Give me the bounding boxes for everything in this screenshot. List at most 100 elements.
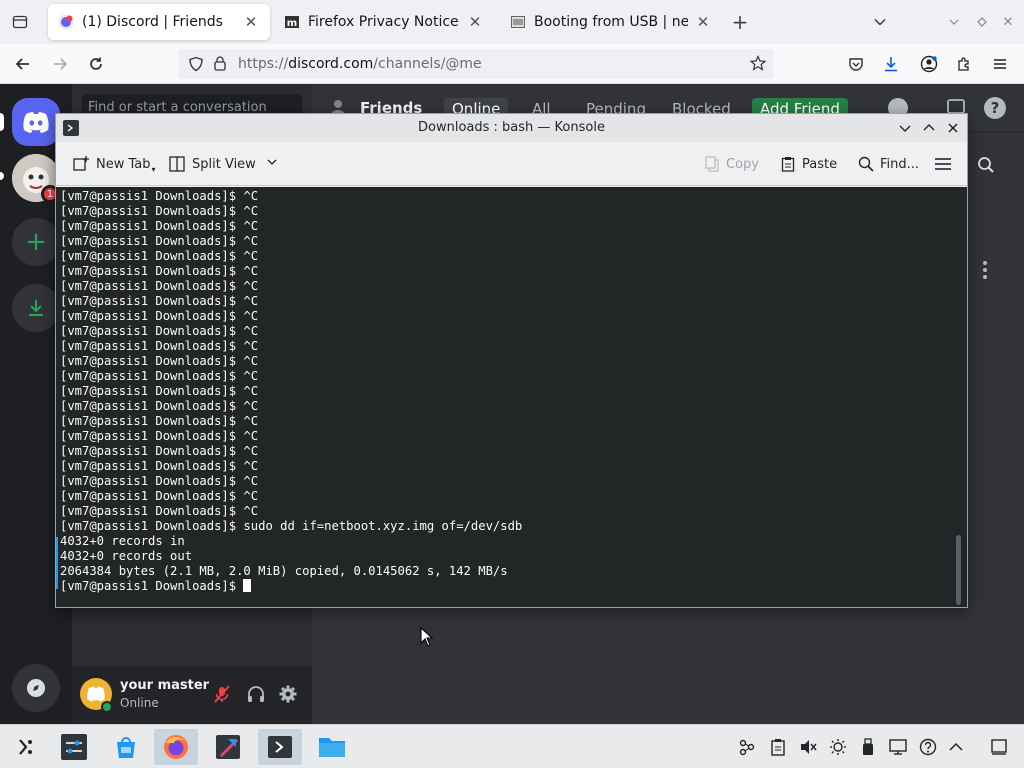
mute-microphone-icon[interactable]: [212, 684, 232, 708]
paste-button[interactable]: Paste: [780, 154, 837, 174]
download-apps-button[interactable]: [12, 284, 60, 332]
close-tab-icon[interactable]: ✕: [242, 13, 260, 31]
terminal-line: [vm7@passis1 Downloads]$ ^C: [60, 309, 259, 323]
maximize-window-icon[interactable]: [970, 10, 994, 34]
terminal-line: [vm7@passis1 Downloads]$ ^C: [60, 294, 259, 308]
dropdown-arrow-icon: ▾: [151, 164, 156, 174]
firefox-icon[interactable]: [154, 729, 198, 765]
headphones-icon[interactable]: [246, 684, 266, 708]
help-icon[interactable]: [918, 737, 938, 757]
terminal-scrollbar[interactable]: [956, 535, 961, 605]
close-window-icon[interactable]: ✕: [996, 10, 1020, 34]
paste-label: Paste: [802, 156, 838, 172]
add-server-button[interactable]: +: [12, 218, 60, 266]
split-view-button[interactable]: Split View: [168, 154, 284, 174]
tab-list-icon[interactable]: [8, 10, 32, 34]
terminal-line: [vm7@passis1 Downloads]$ ^C: [60, 339, 259, 353]
discord-logo-icon: [23, 112, 49, 133]
help-icon[interactable]: ?: [984, 97, 1006, 119]
search-icon[interactable]: [977, 156, 995, 178]
settings-icon[interactable]: [52, 729, 96, 765]
maximize-icon[interactable]: [922, 121, 936, 139]
volume-muted-icon[interactable]: [798, 737, 818, 757]
terminal-line: [vm7@passis1 Downloads]$ ^C: [60, 264, 259, 278]
copy-label: Copy: [726, 156, 759, 172]
search-friends-area[interactable]: [965, 136, 1005, 196]
pocket-icon[interactable]: [843, 52, 869, 76]
konsole-icon[interactable]: [258, 729, 302, 765]
files-icon[interactable]: [310, 729, 354, 765]
tab-title: Booting from USB | netbo: [534, 14, 688, 30]
find-search-icon: [858, 156, 874, 172]
konsole-window: Downloads : bash — Konsole New Tab ▾ Spl…: [55, 113, 968, 608]
konsole-titlebar[interactable]: Downloads : bash — Konsole: [56, 114, 967, 142]
tab-discord[interactable]: (1) Discord | Friends ✕: [48, 4, 270, 40]
forward-icon[interactable]: [47, 52, 73, 76]
explore-servers-button[interactable]: [12, 664, 60, 712]
terminal-line: [vm7@passis1 Downloads]$ ^C: [60, 474, 259, 488]
user-settings-gear-icon[interactable]: [278, 684, 298, 708]
network-icon[interactable]: [737, 737, 757, 757]
user-panel: your master Online: [72, 666, 312, 724]
terminal-line: [vm7@passis1 Downloads]$ ^C: [60, 249, 259, 263]
back-icon[interactable]: [10, 52, 36, 76]
show-desktop-icon[interactable]: [989, 737, 1009, 757]
browser-tab-bar: (1) Discord | Friends ✕ m Firefox Privac…: [0, 0, 1024, 44]
terminal-line: [vm7@passis1 Downloads]$ ^C: [60, 384, 259, 398]
kate-icon[interactable]: [206, 729, 250, 765]
bookmark-star-icon[interactable]: [749, 55, 767, 75]
list-all-tabs-icon[interactable]: [868, 10, 892, 34]
close-icon[interactable]: [946, 121, 960, 139]
terminal-output-line: 2064384 bytes (2.1 MB, 2.0 MiB) copied, …: [60, 564, 508, 578]
split-view-label: Split View: [192, 156, 256, 172]
plus-icon: +: [25, 227, 47, 257]
close-tab-icon[interactable]: ✕: [466, 13, 484, 31]
clipboard-icon[interactable]: [768, 737, 788, 757]
terminal-output-line: 4032+0 records in: [60, 534, 185, 548]
konsole-title: Downloads : bash — Konsole: [418, 120, 605, 135]
app-launcher-icon[interactable]: [4, 729, 48, 765]
reload-icon[interactable]: [83, 52, 109, 76]
url-bar[interactable]: https://discord.com/channels/@me: [178, 49, 774, 79]
terminal-line: [vm7@passis1 Downloads]$ ^C: [60, 504, 259, 518]
account-icon[interactable]: [916, 52, 942, 76]
store-icon[interactable]: [104, 729, 148, 765]
discord-home-button[interactable]: [12, 98, 60, 146]
copy-button[interactable]: Copy: [704, 154, 759, 174]
terminal-view[interactable]: [vm7@passis1 Downloads]$ ^C [vm7@passis1 …: [56, 187, 967, 607]
url-path: /channels/@me: [373, 56, 482, 72]
tab-booting-usb[interactable]: Booting from USB | netbo ✕: [500, 4, 722, 40]
find-button[interactable]: Find...: [858, 154, 919, 174]
display-icon[interactable]: [888, 737, 908, 757]
downloads-icon[interactable]: [878, 52, 904, 76]
app-menu-icon[interactable]: [987, 52, 1013, 76]
minimize-window-icon[interactable]: [942, 10, 966, 34]
extensions-icon[interactable]: [951, 52, 977, 76]
minimize-icon[interactable]: [898, 121, 912, 139]
new-tab-button[interactable]: New Tab ▾: [72, 154, 156, 174]
chevron-down-icon: [266, 156, 284, 172]
terminal-cursor: [243, 579, 252, 592]
paste-icon: [781, 157, 795, 172]
new-tab-icon[interactable]: +: [728, 10, 752, 34]
terminal-line: [vm7@passis1 Downloads]$ ^C: [60, 444, 259, 458]
tray-expand-icon[interactable]: [946, 737, 966, 757]
tracking-shield-icon[interactable]: [188, 56, 204, 76]
tab-privacy-notice[interactable]: m Firefox Privacy Notice — M ✕: [274, 4, 494, 40]
unread-indicator: [0, 172, 4, 180]
brightness-icon[interactable]: [828, 737, 848, 757]
more-options-icon[interactable]: [982, 260, 988, 284]
usb-icon[interactable]: [858, 737, 878, 757]
terminal-line: [vm7@passis1 Downloads]$ ^C: [60, 459, 259, 473]
close-tab-icon[interactable]: ✕: [694, 13, 712, 31]
hamburger-menu-icon[interactable]: [934, 154, 958, 174]
page-favicon: [510, 14, 526, 30]
terminal-line: [vm7@passis1 Downloads]$ ^C: [60, 219, 259, 233]
download-icon: [29, 300, 43, 316]
terminal-line: [vm7@passis1 Downloads]$ ^C: [60, 354, 259, 368]
lock-icon[interactable]: [213, 55, 227, 75]
username: your master: [120, 678, 210, 693]
terminal-line: [vm7@passis1 Downloads]$ ^C: [60, 234, 259, 248]
terminal-output: [vm7@passis1 Downloads]$ ^C [vm7@passis1 …: [60, 189, 522, 594]
konsole-toolbar: New Tab ▾ Split View Copy Paste Find...: [56, 142, 967, 186]
